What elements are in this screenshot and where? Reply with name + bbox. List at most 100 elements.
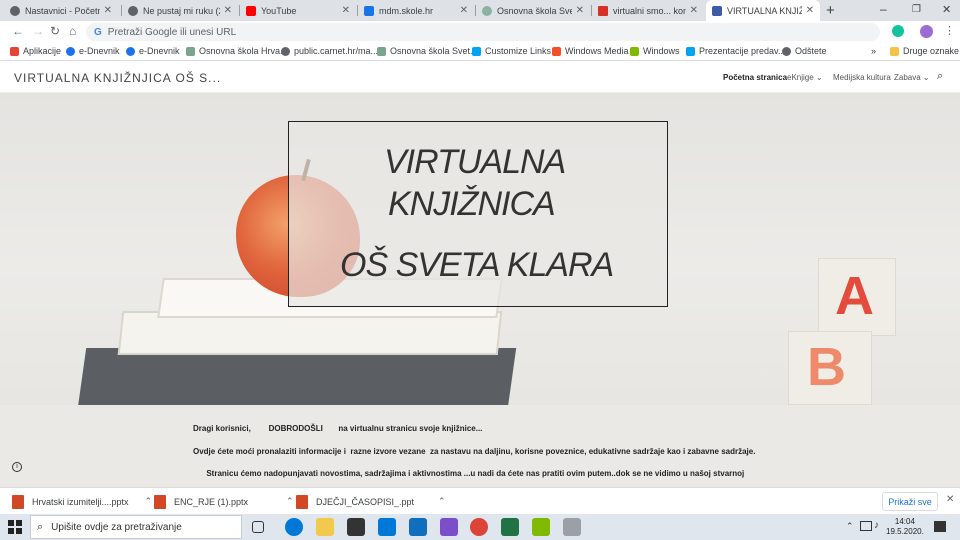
other-bookmarks[interactable]: Druge oznake — [890, 46, 959, 56]
bookmark-item[interactable]: Odštete — [782, 46, 827, 56]
bookmarks-bar: Aplikacije e-Dnevnik e-Dnevnik Osnovna š… — [0, 43, 960, 61]
bookmark-item[interactable]: Osnovna škola Svet... — [377, 46, 478, 56]
site-title[interactable]: VIRTUALNA KNJIŽNJICA OŠ S... — [14, 71, 221, 85]
welcome-greeting: Dragi korisnici, DOBRODOŠLI na virtualnu… — [193, 424, 483, 433]
app-icon[interactable] — [409, 518, 427, 536]
chrome-icon[interactable] — [470, 518, 488, 536]
bookmark-item[interactable]: Windows Media — [552, 46, 629, 56]
powerpoint-file-icon — [154, 494, 166, 509]
windows-icon — [472, 46, 481, 56]
favicon-icon — [10, 5, 20, 16]
browser-tab-active[interactable]: VIRTUALNA KNJIŽNIC✕ — [706, 0, 820, 21]
favicon-icon — [364, 5, 374, 16]
mail-icon[interactable] — [378, 518, 396, 536]
hero-banner: A B VIRTUALNA KNJIŽNICA OŠ SVETA KLARA — [0, 93, 960, 405]
hero-title-line3: OŠ SVETA KLARA — [340, 246, 614, 284]
bookmark-item[interactable]: e-Dnevnik — [126, 46, 180, 56]
nav-zabava[interactable]: Zabava ⌄ — [894, 73, 930, 82]
back-icon[interactable]: ← — [12, 24, 24, 38]
close-download-bar-icon[interactable]: ✕ — [946, 494, 954, 505]
close-tab-icon[interactable]: ✕ — [460, 5, 468, 16]
close-tab-icon[interactable]: ✕ — [806, 5, 814, 16]
tab-strip: Nastavnici - Početna -✕ Ne pustaj mi ruk… — [0, 0, 960, 21]
minimize-button[interactable]: – — [880, 2, 887, 16]
chevron-down-icon: ⌄ — [922, 73, 930, 82]
volume-icon[interactable]: ♪ — [874, 520, 879, 531]
windows-icon — [552, 46, 561, 56]
address-bar[interactable]: G Pretraži Google ili unesi URL — [86, 23, 880, 41]
shield-icon — [482, 5, 492, 16]
reload-icon[interactable]: ↻ — [50, 24, 60, 38]
notifications-icon[interactable] — [934, 521, 946, 532]
browser-tab[interactable]: Ne pustaj mi ruku (201✕ — [122, 0, 238, 21]
browser-tab[interactable]: Nastavnici - Početna -✕ — [4, 0, 118, 21]
close-tab-icon[interactable]: ✕ — [690, 5, 698, 16]
nav-medijska-kultura[interactable]: Medijska kultura — [833, 73, 891, 82]
close-tab-icon[interactable]: ✕ — [342, 5, 350, 16]
book-stack-image — [77, 348, 517, 405]
tray-chevron-icon[interactable]: ⌃ — [846, 521, 854, 532]
browser-tab[interactable]: Osnovna škola Sveta Kl✕ — [476, 0, 590, 21]
gmail-icon — [598, 5, 608, 16]
forward-icon[interactable]: → — [32, 24, 44, 38]
browser-tab[interactable]: virtualni smo... konačn✕ — [592, 0, 704, 21]
powerpoint-file-icon — [296, 494, 308, 509]
bookmarks-overflow-button[interactable]: » — [871, 46, 876, 56]
app-icon[interactable] — [532, 518, 550, 536]
hero-title-line2: KNJIŽNICA — [388, 185, 556, 223]
bookmark-item[interactable]: public.carnet.hr/ma... — [281, 46, 378, 56]
store-icon[interactable] — [347, 518, 365, 536]
file-explorer-icon[interactable] — [316, 518, 334, 536]
download-item[interactable]: Hrvatski izumitelji....pptx ⌃ — [12, 488, 152, 515]
grammarly-extension-icon[interactable] — [892, 25, 904, 37]
close-tab-icon[interactable]: ✕ — [224, 5, 232, 16]
new-tab-button[interactable]: + — [826, 2, 835, 19]
app-icon[interactable] — [440, 518, 458, 536]
bookmark-item[interactable]: e-Dnevnik — [66, 46, 120, 56]
shield-icon — [377, 46, 386, 56]
bookmark-item[interactable]: Customize Links — [472, 46, 551, 56]
nav-home[interactable]: Početna stranica — [723, 73, 787, 82]
shield-icon — [186, 46, 195, 56]
nav-eknjige[interactable]: eKnjige ⌄ — [787, 73, 823, 82]
windows-icon — [686, 46, 695, 56]
network-icon[interactable] — [860, 521, 872, 531]
close-tab-icon[interactable]: ✕ — [576, 5, 584, 16]
excel-icon[interactable] — [501, 518, 519, 536]
close-window-button[interactable]: ✕ — [942, 3, 951, 16]
clock[interactable]: 14:04 19.5.2020. — [886, 517, 924, 537]
welcome-section: Dragi korisnici, DOBRODOŠLI na virtualnu… — [0, 405, 960, 487]
chevron-up-icon[interactable]: ⌃ — [145, 496, 153, 507]
search-icon[interactable]: ⌕ — [937, 70, 943, 83]
show-all-downloads-button[interactable]: Prikaži sve — [882, 492, 938, 511]
browser-tab[interactable]: YouTube ✕ — [240, 0, 356, 21]
welcome-paragraph-1: Ovdje ćete moći pronalaziti informacije … — [193, 447, 756, 456]
bookmark-item[interactable]: Windows — [630, 46, 680, 56]
google-icon: G — [94, 26, 102, 38]
browser-tab[interactable]: mdm.skole.hr ✕ — [358, 0, 474, 21]
menu-icon[interactable]: ⋮ — [944, 24, 955, 37]
letter-block-b: B — [788, 331, 872, 405]
task-view-icon[interactable] — [252, 521, 264, 533]
download-bar: Hrvatski izumitelji....pptx ⌃ ENC_RJE (1)… — [0, 487, 960, 514]
globe-icon — [782, 46, 791, 56]
bookmark-item[interactable]: Prezentacije predav... — [686, 46, 785, 56]
app-icon[interactable] — [563, 518, 581, 536]
edge-icon[interactable] — [285, 518, 303, 536]
bookmark-apps[interactable]: Aplikacije — [10, 46, 61, 56]
chevron-up-icon[interactable]: ⌃ — [286, 496, 294, 507]
globe-icon — [281, 46, 290, 56]
close-tab-icon[interactable]: ✕ — [104, 5, 112, 16]
welcome-paragraph-2: Stranicu ćemo nadopunjavati novostima, s… — [193, 469, 745, 478]
bookmark-item[interactable]: Osnovna škola Hrva... — [186, 46, 288, 56]
taskbar-search-input[interactable]: ⌕ Upišite ovdje za pretraživanje — [30, 515, 242, 539]
download-item[interactable]: DJEČJI_ČASOPISI_.ppt ⌃ — [296, 488, 446, 515]
avatar[interactable] — [920, 25, 933, 38]
maximize-button[interactable]: ❐ — [912, 4, 921, 15]
home-icon[interactable]: ⌂ — [69, 24, 76, 38]
windows-start-icon[interactable] — [8, 520, 22, 534]
info-icon[interactable]: i — [12, 462, 22, 472]
powerpoint-file-icon — [12, 494, 24, 509]
download-item[interactable]: ENC_RJE (1).pptx ⌃ — [154, 488, 294, 515]
chevron-up-icon[interactable]: ⌃ — [438, 496, 446, 507]
